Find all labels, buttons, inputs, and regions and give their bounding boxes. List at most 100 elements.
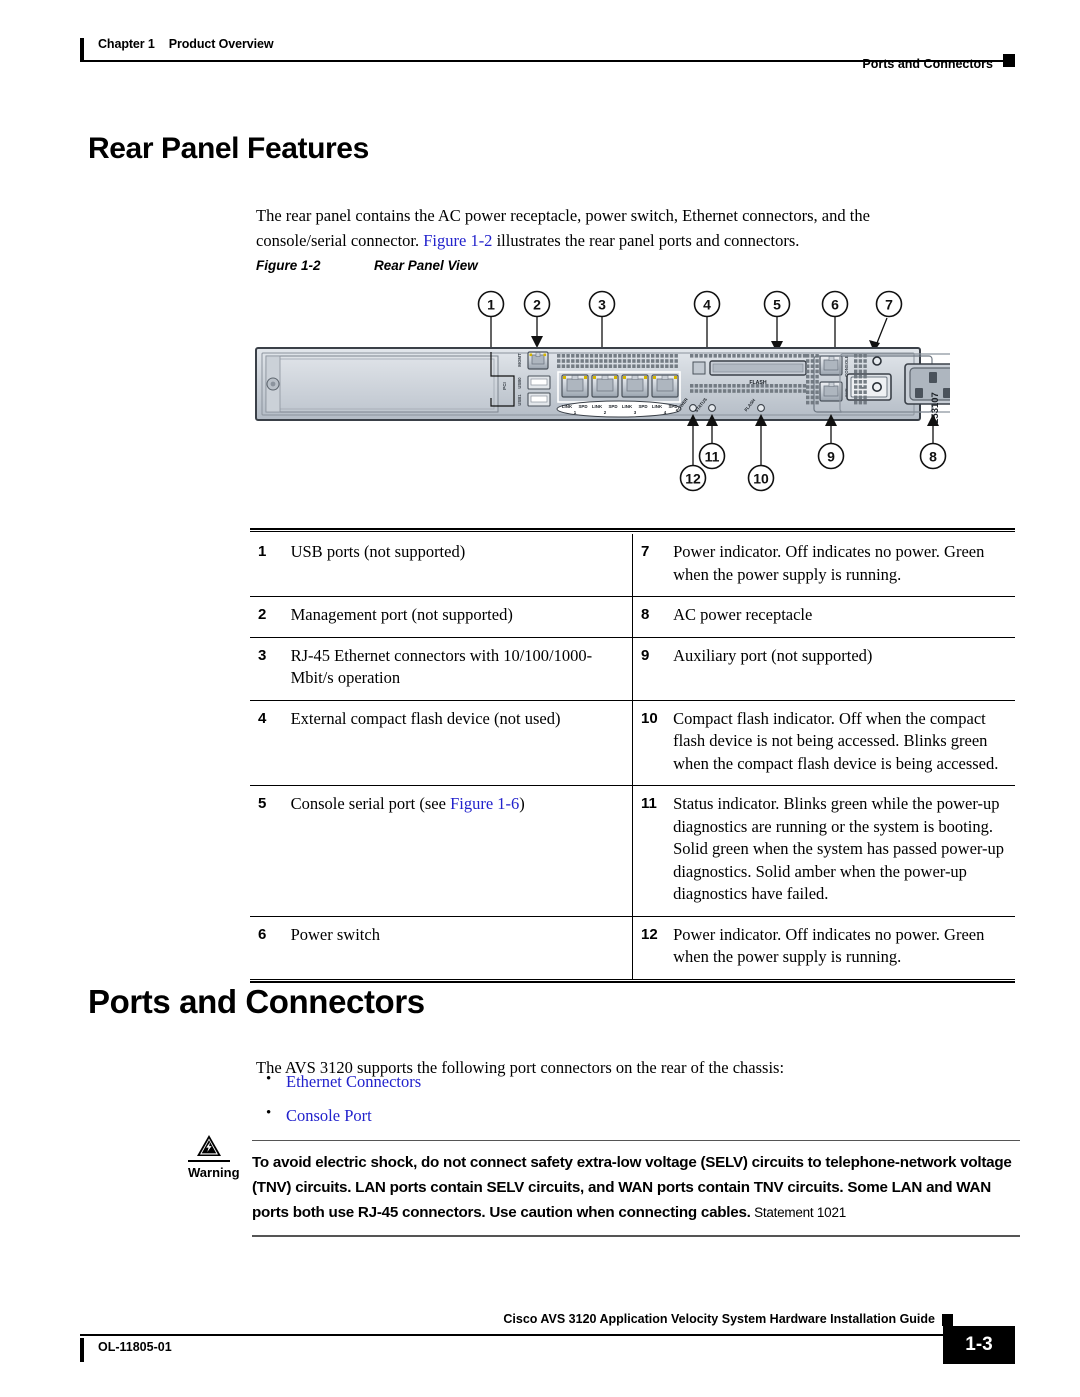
table-row: 3 RJ-45 Ethernet connectors with 10/100/…: [250, 637, 1015, 700]
callout-number: 11: [640, 795, 657, 812]
callout-description: Management port (not supported): [280, 596, 633, 637]
callout-circles-bottom: 11 9 8 12 10: [679, 442, 947, 492]
label-usb0: USB0: [517, 377, 522, 389]
footer-guide-tick: [942, 1314, 953, 1326]
header-running-head: Ports and Connectors: [862, 57, 993, 71]
rear-panel-intro-paragraph: The rear panel contains the AC power rec…: [256, 203, 956, 253]
figure-title: Rear Panel View: [374, 258, 478, 273]
warning-body-text: To avoid electric shock, do not connect …: [252, 1150, 1020, 1225]
footer-guide-title: Cisco AVS 3120 Application Velocity Syst…: [503, 1312, 935, 1326]
page-header: Chapter 1 Product Overview Ports and Conn…: [80, 30, 1015, 78]
svg-text:SPD: SPD: [638, 404, 647, 409]
warning-text-column: To avoid electric shock, do not connect …: [252, 1140, 1020, 1237]
footer-document-id: OL-11805-01: [98, 1340, 172, 1354]
callout-circles-top: 1 2 3 4 5 6 7: [477, 290, 903, 318]
callout-description: Status indicator. Blinks green while the…: [673, 794, 1005, 903]
svg-text:1: 1: [487, 297, 495, 313]
svg-text:3: 3: [598, 297, 606, 313]
page-title-rear-panel-features: Rear Panel Features: [88, 132, 369, 165]
callout-description: Auxiliary port (not supported): [673, 645, 873, 665]
svg-text:LINK: LINK: [652, 404, 663, 409]
table-row: 1 USB ports (not supported) 7 Power indi…: [250, 534, 1015, 597]
warning-icon-rule: [188, 1160, 230, 1162]
figure-label: Figure 1-2: [256, 258, 321, 273]
callout-description: Power indicator. Off indicates no power.…: [673, 542, 985, 584]
list-item[interactable]: Ethernet Connectors: [258, 1071, 958, 1092]
callout-description: RJ-45 Ethernet connectors with 10/100/10…: [280, 637, 633, 700]
label-usb1: USB1: [517, 394, 522, 406]
table-row: 2 Management port (not supported) 8 AC p…: [250, 596, 1015, 637]
figure-1-2-link[interactable]: Figure 1-2: [423, 231, 492, 250]
intro-text-b: illustrates the rear panel ports and con…: [492, 230, 800, 250]
svg-text:LINK: LINK: [622, 404, 633, 409]
rear-panel-illustration: 1 2 3 4 5 6 7 PCI MGMT USB0 USB1 LINK SP…: [255, 290, 969, 492]
ethernet-connectors-link[interactable]: Ethernet Connectors: [286, 1072, 421, 1091]
callout-text-prefix: Console serial port (see: [290, 794, 451, 813]
callout-description: Console serial port (see Figure 1-6): [280, 785, 633, 916]
header-chapter-number: Chapter 1: [98, 37, 155, 51]
svg-text:7: 7: [885, 297, 893, 313]
callout-description: External compact flash device (not used): [280, 700, 633, 786]
label-pci: PCI: [502, 382, 507, 390]
callout-number: 6: [258, 925, 267, 943]
power-supply-led: [872, 356, 882, 366]
page-footer: Cisco AVS 3120 Application Velocity Syst…: [80, 1312, 1015, 1367]
callout-number: 1: [258, 543, 267, 560]
warning-rule-bottom: [252, 1235, 1020, 1237]
compact-flash-led: [757, 404, 765, 412]
svg-text:SPD: SPD: [578, 404, 587, 409]
callout-description: Compact flash indicator. Off when the co…: [673, 708, 999, 773]
svg-text:6: 6: [831, 297, 839, 313]
rear-panel-callout-table: 1 USB ports (not supported) 7 Power indi…: [250, 534, 1015, 979]
svg-text:11: 11: [705, 449, 720, 465]
warning-icon-column: Warning: [188, 1134, 240, 1180]
console-port-link[interactable]: Console Port: [286, 1106, 372, 1125]
footer-left-tick: [80, 1338, 84, 1362]
svg-text:8: 8: [929, 449, 937, 465]
callout-number: 9: [640, 646, 650, 664]
label-mgmt: MGMT: [517, 353, 522, 367]
callout-number: 7: [640, 543, 650, 560]
callout-number: 4: [258, 709, 267, 727]
svg-text:12: 12: [685, 471, 701, 487]
callout-description: USB ports (not supported): [280, 534, 633, 597]
warning-triangle-icon: [197, 1135, 221, 1156]
warning-label: Warning: [188, 1165, 240, 1180]
header-chapter-line: Chapter 1 Product Overview: [98, 37, 274, 51]
callout-number: 2: [258, 606, 267, 623]
callout-description: Power indicator. Off indicates no power.…: [673, 924, 985, 967]
callout-number: 5: [258, 795, 267, 812]
footer-rule: [80, 1334, 960, 1336]
figure-rear-panel-view: 1 2 3 4 5 6 7 PCI MGMT USB0 USB1 LINK SP…: [250, 290, 969, 500]
svg-text:5: 5: [773, 297, 781, 313]
svg-text:LINK: LINK: [592, 404, 603, 409]
header-right-tick: [1003, 54, 1015, 67]
callout-text-suffix: ): [519, 794, 525, 813]
svg-text:10: 10: [753, 471, 769, 487]
svg-text:9: 9: [827, 449, 835, 465]
callout-description: Power switch: [280, 916, 633, 979]
svg-text:SPD: SPD: [608, 404, 617, 409]
header-chapter-title: Product Overview: [168, 37, 274, 51]
table-top-rule: [250, 528, 1015, 532]
svg-text:LINK: LINK: [562, 404, 573, 409]
header-left-tick: [80, 38, 84, 62]
table-row: 5 Console serial port (see Figure 1-6) 1…: [250, 785, 1015, 916]
footer-page-number: 1-3: [943, 1326, 1015, 1364]
ports-connectors-link-list: Ethernet Connectors Console Port: [258, 1071, 958, 1140]
page-title-ports-and-connectors: Ports and Connectors: [88, 983, 425, 1020]
warning-rule-top: [252, 1140, 1020, 1142]
warning-statement-number: Statement 1021: [750, 1205, 846, 1221]
svg-text:2: 2: [533, 297, 541, 313]
table-row: 4 External compact flash device (not use…: [250, 700, 1015, 786]
list-item[interactable]: Console Port: [258, 1105, 958, 1126]
callout-description: AC power receptacle: [673, 605, 813, 624]
table-row: 6 Power switch 12 Power indicator. Off i…: [250, 916, 1015, 979]
figure-1-6-link[interactable]: Figure 1-6: [450, 794, 519, 813]
callout-number: 3: [258, 646, 267, 664]
svg-text:4: 4: [703, 297, 711, 313]
callout-leaders-bottom: [692, 420, 934, 466]
warning-main-text: To avoid electric shock, do not connect …: [252, 1154, 1012, 1222]
callout-number: 8: [640, 606, 650, 623]
callout-number: 12: [640, 925, 658, 943]
